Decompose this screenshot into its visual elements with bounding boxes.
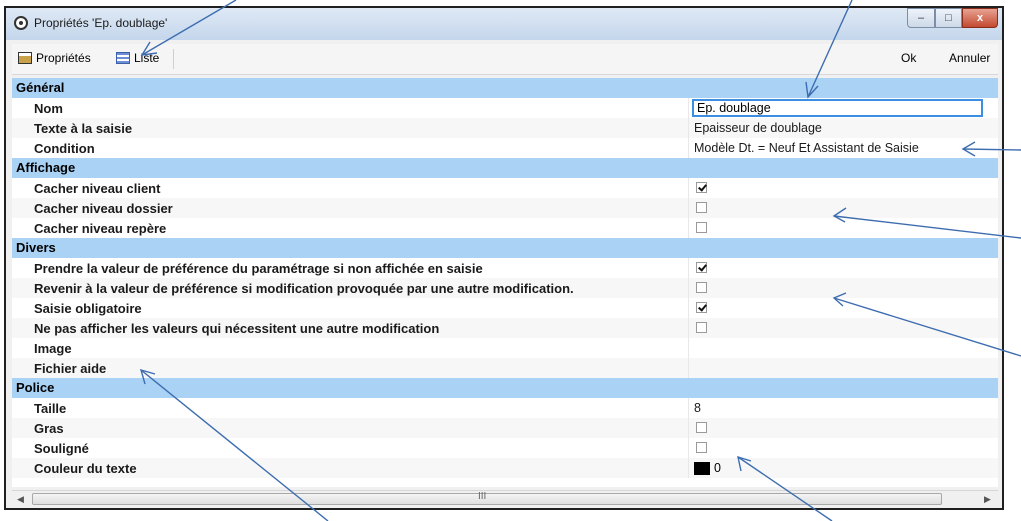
proprietes-label: Propriétés: [36, 51, 91, 65]
texte-saisie-value[interactable]: Epaisseur de doublage: [694, 121, 822, 135]
property-row-fichier-aide[interactable]: Fichier aide: [12, 358, 998, 378]
property-row-cacher-repere[interactable]: Cacher niveau repère: [12, 218, 998, 238]
property-row-image[interactable]: Image: [12, 338, 998, 358]
list-icon: [116, 52, 130, 64]
property-label: Texte à la saisie: [34, 121, 133, 136]
property-row-prendre-valeur[interactable]: Prendre la valeur de préférence du param…: [12, 258, 998, 278]
property-label: Image: [34, 341, 72, 356]
cacher-client-checkbox[interactable]: [696, 182, 707, 193]
property-row-couleur-texte[interactable]: Couleur du texte 0: [12, 458, 998, 478]
couleur-texte-value[interactable]: 0: [714, 461, 721, 475]
color-swatch[interactable]: [694, 462, 710, 475]
toolbar-separator: [173, 49, 174, 69]
title-bar[interactable]: Propriétés 'Ep. doublage' – □ x: [6, 8, 1002, 40]
property-row-texte-saisie[interactable]: Texte à la saisie Epaisseur de doublage: [12, 118, 998, 138]
property-row-condition[interactable]: Condition Modèle Dt. = Neuf Et Assistant…: [12, 138, 998, 158]
property-label: Cacher niveau dossier: [34, 201, 173, 216]
close-button[interactable]: x: [962, 8, 998, 28]
property-row-revenir-valeur[interactable]: Revenir à la valeur de préférence si mod…: [12, 278, 998, 298]
property-label: Cacher niveau client: [34, 181, 161, 196]
cacher-repere-checkbox[interactable]: [696, 222, 707, 233]
horizontal-scrollbar[interactable]: ◀ III ▶: [12, 490, 998, 508]
cacher-dossier-checkbox[interactable]: [696, 202, 707, 213]
property-label: Cacher niveau repère: [34, 221, 167, 236]
property-label: Condition: [34, 141, 95, 156]
app-icon: [14, 16, 28, 30]
property-label: Prendre la valeur de préférence du param…: [34, 261, 483, 276]
property-label: Nom: [34, 101, 63, 116]
liste-button[interactable]: Liste: [116, 51, 159, 65]
property-row-gras[interactable]: Gras: [12, 418, 998, 438]
property-grid: Général Nom Ep. doublage Texte à la sais…: [12, 78, 998, 487]
category-general[interactable]: Général: [12, 78, 998, 98]
property-row-cacher-dossier[interactable]: Cacher niveau dossier: [12, 198, 998, 218]
prendre-valeur-checkbox[interactable]: [696, 262, 707, 273]
minimize-button[interactable]: –: [907, 8, 935, 28]
window-title: Propriétés 'Ep. doublage': [34, 16, 168, 30]
category-label: Divers: [16, 240, 56, 255]
property-row-cacher-client[interactable]: Cacher niveau client: [12, 178, 998, 198]
scrollbar-thumb[interactable]: III: [32, 491, 942, 505]
condition-value[interactable]: Modèle Dt. = Neuf Et Assistant de Saisie: [694, 141, 919, 155]
ok-button[interactable]: Ok: [901, 51, 916, 65]
category-label: Police: [16, 380, 55, 395]
maximize-button[interactable]: □: [935, 8, 962, 28]
liste-label: Liste: [134, 51, 160, 65]
property-row-souligne[interactable]: Souligné: [12, 438, 998, 458]
properties-icon: [18, 52, 32, 64]
souligne-checkbox[interactable]: [696, 442, 707, 453]
taille-value[interactable]: 8: [694, 401, 701, 415]
revenir-valeur-checkbox[interactable]: [696, 282, 707, 293]
property-label: Taille: [34, 401, 67, 416]
category-police[interactable]: Police: [12, 378, 998, 398]
property-label: Souligné: [34, 441, 89, 456]
property-label: Revenir à la valeur de préférence si mod…: [34, 281, 574, 296]
property-label: Couleur du texte: [34, 461, 137, 476]
annuler-button[interactable]: Annuler: [949, 51, 990, 65]
property-row-taille[interactable]: Taille 8: [12, 398, 998, 418]
gras-checkbox[interactable]: [696, 422, 707, 433]
ne-pas-afficher-checkbox[interactable]: [696, 322, 707, 333]
property-label: Fichier aide: [34, 361, 107, 376]
proprietes-button[interactable]: Propriétés: [18, 51, 91, 65]
category-label: Général: [16, 80, 65, 95]
scroll-left-arrow-icon[interactable]: ◀: [17, 494, 24, 505]
property-label: Gras: [34, 421, 64, 436]
toolbar: Propriétés Liste Ok Annuler: [12, 44, 998, 75]
nom-input[interactable]: Ep. doublage: [692, 99, 983, 117]
category-affichage[interactable]: Affichage: [12, 158, 998, 178]
scrollbar-grip-icon: III: [478, 491, 487, 502]
property-row-saisie-obligatoire[interactable]: Saisie obligatoire: [12, 298, 998, 318]
saisie-obligatoire-checkbox[interactable]: [696, 302, 707, 313]
category-divers[interactable]: Divers: [12, 238, 998, 258]
scroll-right-arrow-icon[interactable]: ▶: [984, 494, 991, 505]
property-label: Ne pas afficher les valeurs qui nécessit…: [34, 321, 440, 336]
property-row-nom[interactable]: Nom Ep. doublage: [12, 98, 998, 118]
property-row-ne-pas-afficher[interactable]: Ne pas afficher les valeurs qui nécessit…: [12, 318, 998, 338]
category-label: Affichage: [16, 160, 76, 175]
properties-window: Propriétés 'Ep. doublage' – □ x Propriét…: [4, 6, 1004, 510]
property-label: Saisie obligatoire: [34, 301, 142, 316]
